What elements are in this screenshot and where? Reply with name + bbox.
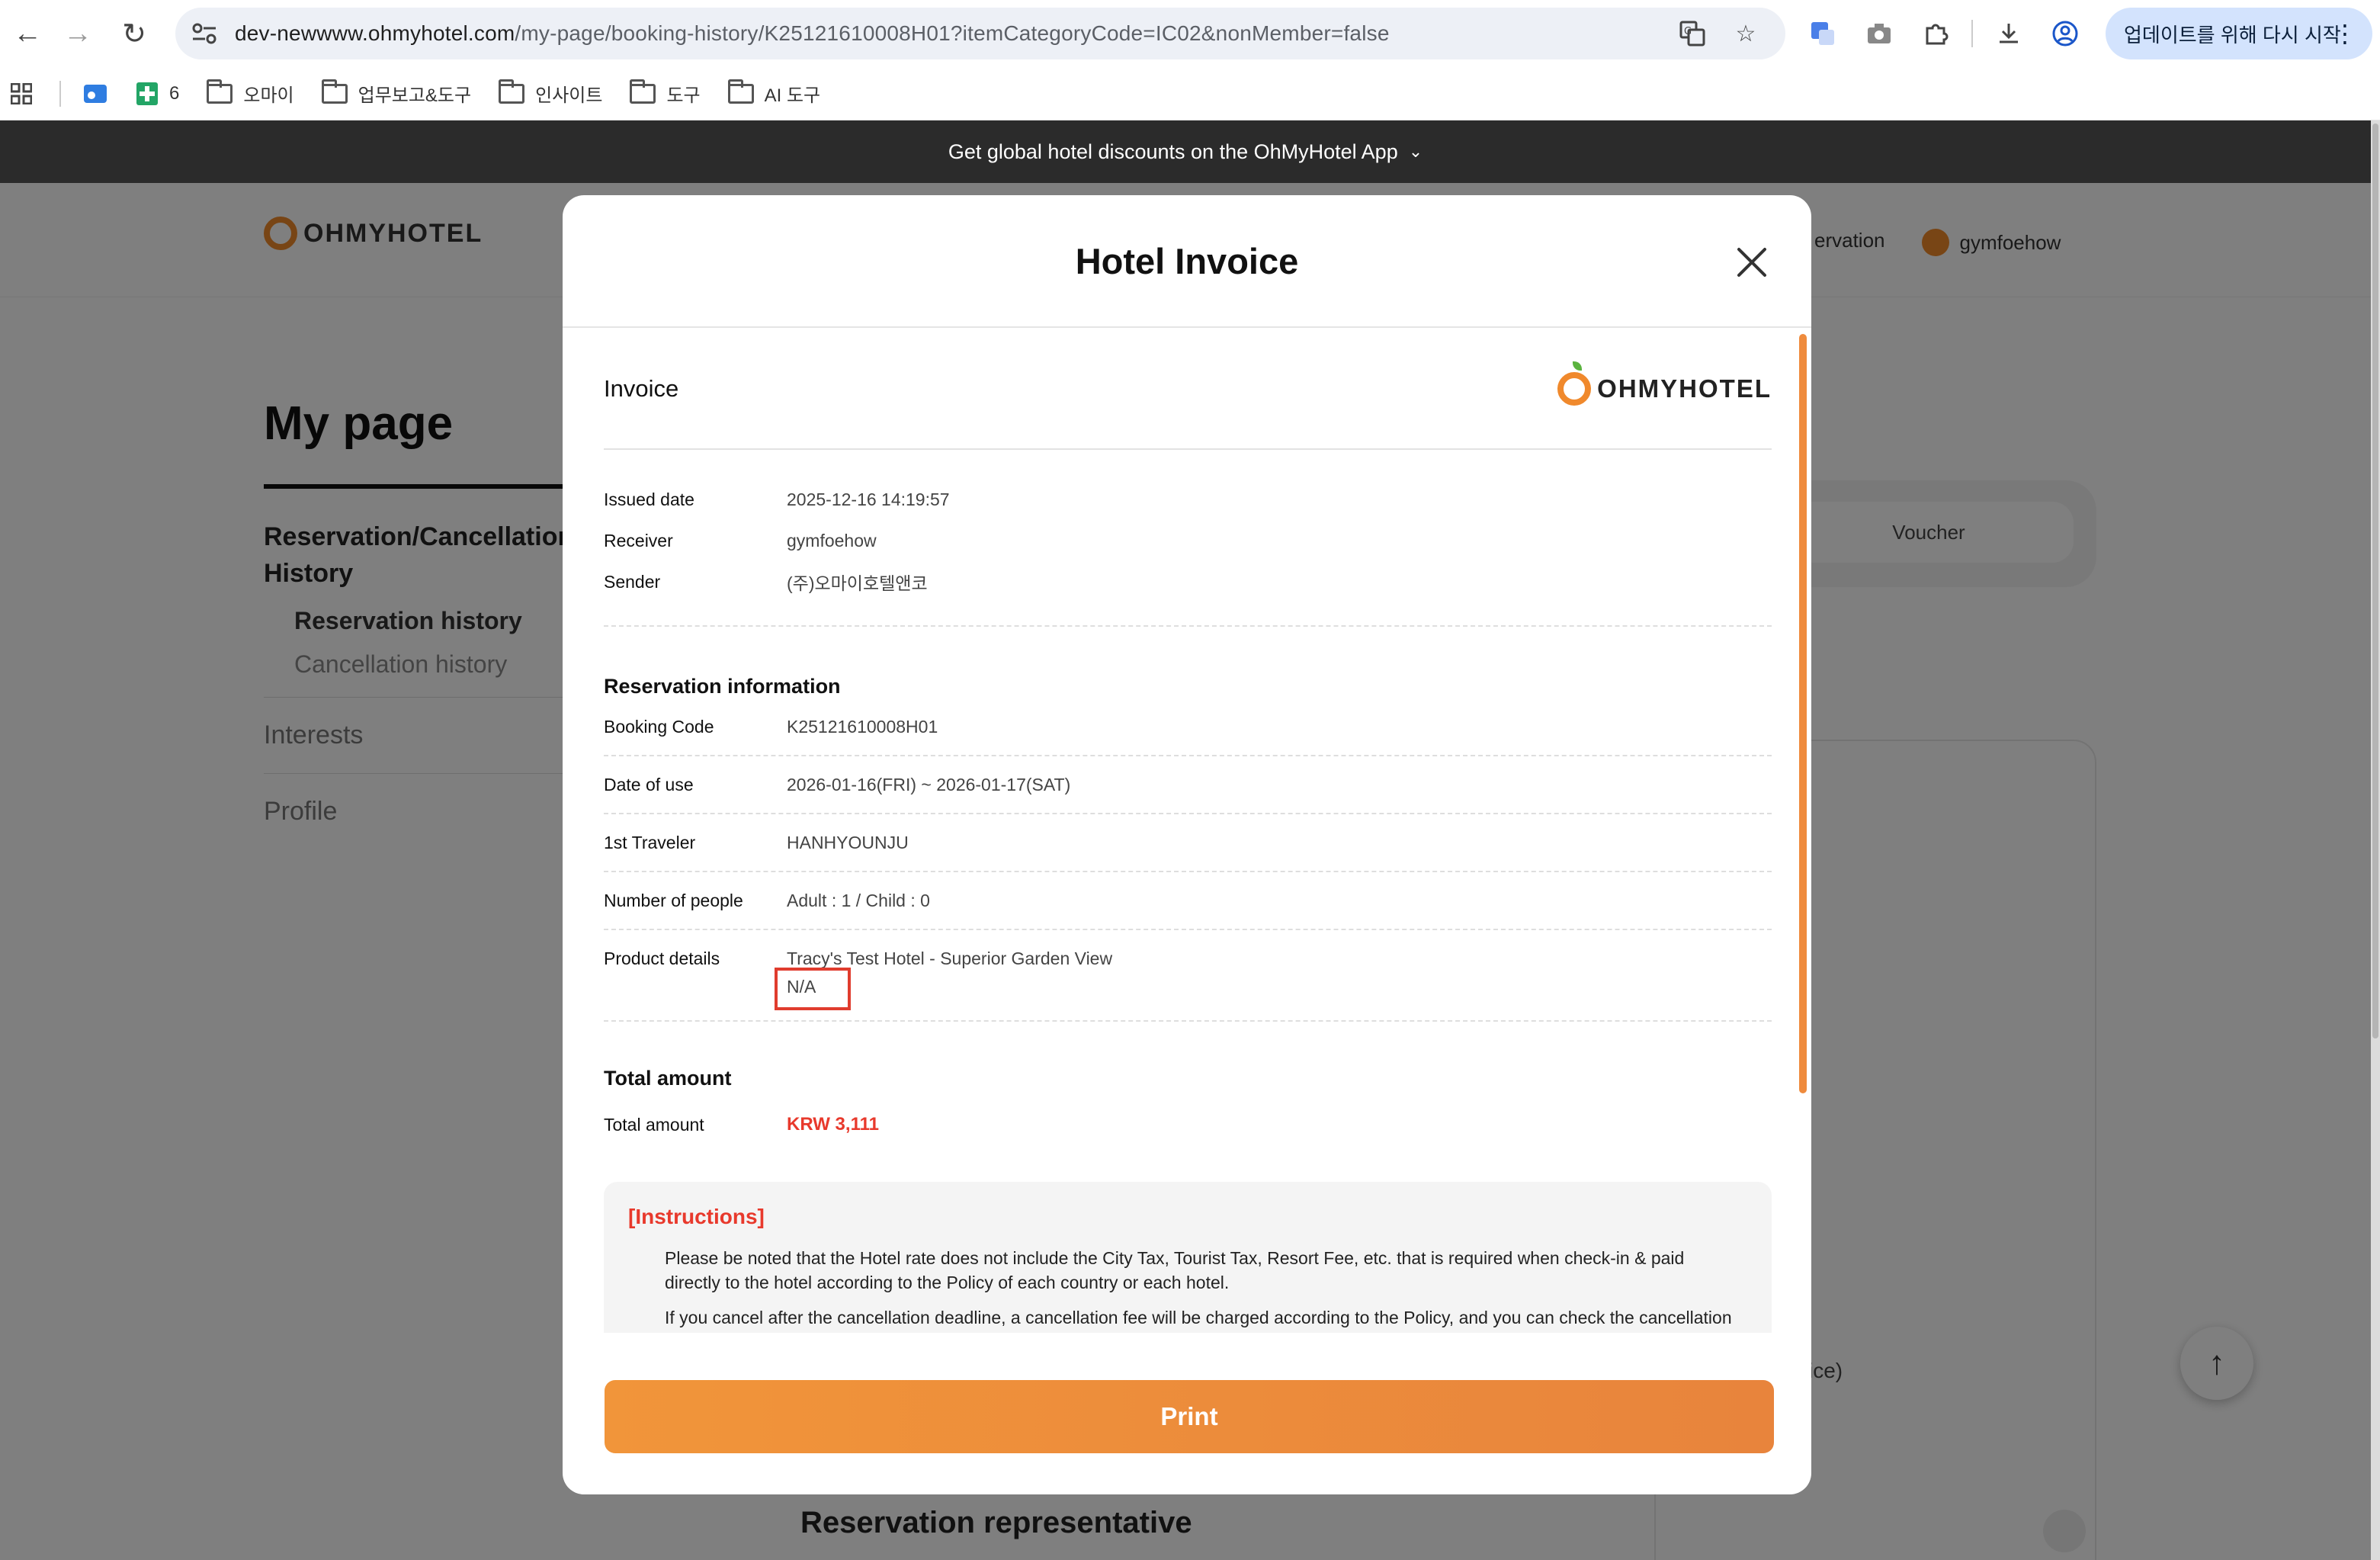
address-bar[interactable]: dev-newwww.ohmyhotel.com/my-page/booking… [175,8,1785,59]
forward-icon[interactable]: → [50,6,105,61]
page-scrollbar[interactable] [2371,120,2380,1560]
booking-code-value: K25121610008H01 [787,716,938,737]
row-label: 1st Traveler [604,832,696,852]
instructions-title: [Instructions] [628,1205,765,1228]
bookmark-folder-label: 인사이트 [535,85,603,106]
invoice-meta: Issued date 2025-12-16 14:19:57 Receiver g… [604,450,1772,627]
total-amount-value: KRW 3,111 [787,1114,879,1135]
download-icon[interactable] [1985,8,2032,59]
modal-scrollbar[interactable] [1799,329,1807,1333]
invoice-content: Invoice OHMYHOTEL Issued date 2025-12-16 … [604,329,1772,1333]
total-amount-heading: Total amount [604,1067,732,1090]
row-first-traveler: 1st Traveler HANHYOUNJU [604,814,1772,872]
profile-icon[interactable] [2042,8,2089,59]
page-scrollbar-thumb[interactable] [2372,124,2378,1038]
row-label: Number of people [604,890,743,910]
site-settings-icon[interactable] [183,12,226,55]
modal-body[interactable]: Invoice OHMYHOTEL Issued date 2025-12-16 … [563,329,1811,1333]
back-icon[interactable]: ← [0,6,55,61]
sender-value: (주)오마이호텔앤코 [787,573,928,593]
issued-date-value: 2025-12-16 14:19:57 [787,489,950,509]
translate-icon[interactable]: G [1671,12,1714,55]
invoice-label: Invoice [604,375,679,402]
folder-icon [321,79,348,104]
modal-title: Hotel Invoice [1075,240,1299,281]
instructions-box: [Instructions] Please be noted that the … [604,1182,1772,1333]
bookmark-folder-2[interactable]: 업무보고&도구 [321,79,472,107]
hotel-invoice-modal: Hotel Invoice Invoice OHMYHOTEL Issued d… [563,195,1811,1494]
row-product-details: Product details Tracy's Test Hotel - Sup… [604,930,1772,1022]
bookmark-folder-4[interactable]: 도구 [630,79,701,107]
row-label: Date of use [604,774,694,794]
url-host: dev-newwww.ohmyhotel.com [235,21,515,45]
row-label: Booking Code [604,716,714,737]
camera-extension-icon[interactable] [1856,8,1903,59]
update-restart-button[interactable]: 업데이트를 위해 다시 시작 ⋮ [2106,8,2372,59]
google-translate-extension-icon[interactable] [1799,8,1846,59]
instruction-paragraph: If you cancel after the cancellation dea… [665,1308,1732,1333]
invoice-brand-text: OHMYHOTEL [1597,374,1772,403]
product-extra: N/A [775,968,851,1010]
meta-row-issued: Issued date 2025-12-16 14:19:57 [604,479,1772,520]
bookmark-folder-label: 오마이 [243,85,294,106]
bookmark-star-icon[interactable]: ☆ [1724,12,1767,55]
people-value: Adult : 1 / Child : 0 [787,890,930,910]
meta-row-receiver: Receiver gymfoehow [604,520,1772,561]
bookmark-folder-3[interactable]: 인사이트 [499,79,603,107]
bookmark-folder-5[interactable]: AI 도구 [727,79,821,107]
url-path: /my-page/booking-history/K25121610008H01… [515,21,1390,45]
row-date-of-use: Date of use 2026-01-16(FRI) ~ 2026-01-17(… [604,756,1772,814]
bookmark-folder-label: 도구 [666,85,701,106]
app-promo-banner[interactable]: Get global hotel discounts on the OhMyHo… [0,120,2371,183]
date-of-use-value: 2026-01-16(FRI) ~ 2026-01-17(SAT) [787,774,1071,794]
reservation-info-heading: Reservation information [604,675,841,698]
row-booking-code: Booking Code K25121610008H01 [604,698,1772,756]
update-label: 업데이트를 위해 다시 시작 [2124,23,2341,47]
highlight-box [775,968,851,1010]
bookmark-app-icon[interactable] [82,82,108,106]
chevron-down-icon: ⌄ [1408,142,1423,161]
apple-logo-icon [1557,361,1592,406]
apps-grid-icon[interactable] [11,82,32,104]
more-menu-icon[interactable]: ⋮ [2333,19,2357,48]
folder-icon [727,79,754,104]
row-label: Product details [604,949,720,968]
product-details-value: Tracy's Test Hotel - Superior Garden Vie… [775,949,1113,1010]
bookmarks-bar: 6 오마이 업무보고&도구 인사이트 도구 AI 도구 [0,67,2380,120]
product-name: Tracy's Test Hotel - Superior Garden Vie… [787,949,1113,968]
bookmark-sheets-label: 6 [169,82,180,104]
bookmark-sheets[interactable]: 6 [136,82,179,106]
bookmark-folder-label: 업무보고&도구 [358,85,472,106]
browser-toolbar: ← → ↻ dev-newwww.ohmyhotel.com/my-page/b… [0,0,2380,67]
bookmark-divider [59,80,61,107]
promo-text: Get global hotel discounts on the OhMyHo… [948,140,1398,163]
reload-icon[interactable]: ↻ [107,6,162,61]
bookmark-folder-1[interactable]: 오마이 [207,79,294,107]
row-total-amount: Total amount KRW 3,111 [604,1090,1772,1159]
url-text[interactable]: dev-newwww.ohmyhotel.com/my-page/booking… [235,21,1390,46]
receiver-value: gymfoehow [787,530,877,550]
print-button[interactable]: Print [605,1380,1774,1453]
meta-label: Issued date [604,489,694,509]
folder-icon [499,79,525,104]
bookmark-folder-label: AI 도구 [764,85,821,106]
row-label: Total amount [604,1114,704,1135]
meta-row-sender: Sender (주)오마이호텔앤코 [604,561,1772,602]
close-icon[interactable] [1735,246,1769,279]
svg-text:G: G [1684,26,1692,37]
extensions-puzzle-icon[interactable] [1912,8,1959,59]
meta-label: Sender [604,571,661,592]
modal-scrollbar-thumb[interactable] [1799,334,1807,1093]
folder-icon [207,79,233,104]
invoice-brand-logo: OHMYHOTEL [1557,361,1772,406]
row-number-of-people: Number of people Adult : 1 / Child : 0 [604,872,1772,930]
meta-label: Receiver [604,530,673,550]
invoice-header-row: Invoice OHMYHOTEL [604,329,1772,450]
instruction-paragraph: Please be noted that the Hotel rate does… [665,1248,1685,1292]
toolbar-divider [1968,8,1976,59]
traveler-value: HANHYOUNJU [787,832,909,852]
modal-header: Hotel Invoice [563,195,1811,328]
folder-icon [630,79,656,104]
